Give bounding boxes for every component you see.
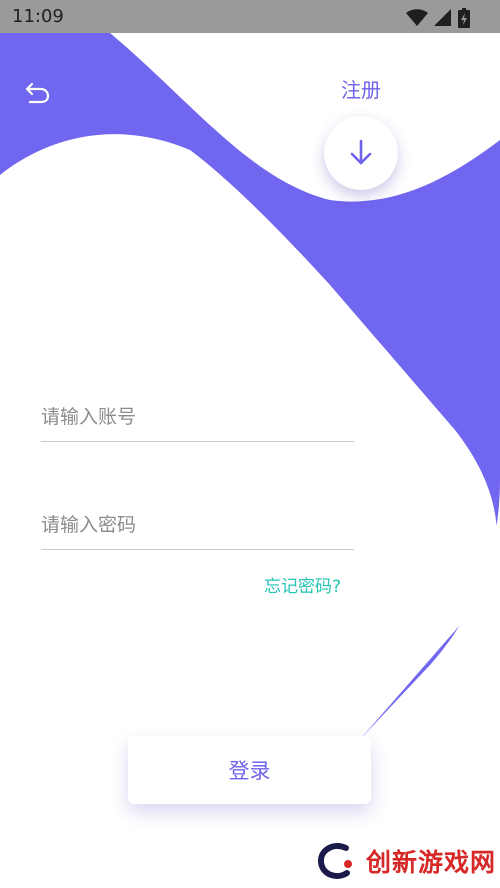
undo-arrow-icon [25, 82, 50, 104]
wifi-icon [406, 9, 428, 26]
register-link[interactable]: 注册 [341, 74, 381, 103]
account-field [41, 397, 354, 442]
toggle-form-button[interactable] [324, 116, 398, 190]
forgot-password-link[interactable]: 忘记密码? [264, 572, 341, 597]
status-bar: 11:09 [0, 0, 500, 33]
back-button[interactable] [22, 78, 52, 108]
watermark-logo-icon [318, 842, 352, 879]
login-screen: 11:09 注册 请输入账号 忘记密码? 登录 创新游戏网 [0, 0, 500, 888]
watermark: 创新游戏网 [300, 834, 500, 888]
status-icons [406, 8, 470, 28]
watermark-text: 创新游戏网 [366, 848, 497, 877]
account-input[interactable] [41, 397, 354, 437]
login-button[interactable]: 登录 [128, 736, 371, 804]
cell-signal-icon [434, 9, 451, 26]
battery-icon [458, 8, 470, 28]
status-time: 11:09 [12, 6, 64, 27]
password-input[interactable] [41, 505, 354, 545]
password-field [41, 505, 354, 550]
arrow-down-icon [350, 139, 372, 165]
